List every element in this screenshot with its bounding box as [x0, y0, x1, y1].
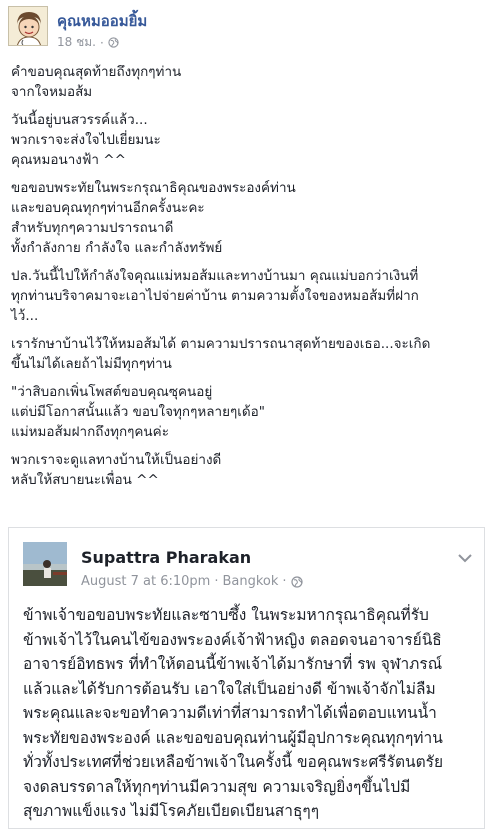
post-paragraph: เรารักษาบ้านไว้ให้หมอส้มได้ ตามความปรารถ… — [11, 334, 485, 374]
shared-author-avatar[interactable] — [23, 542, 67, 586]
post-line: พวกเราจะดูแลทางบ้านให้เป็นอย่างดี — [11, 452, 222, 468]
post-line: หลับให้สบายนะเพื่อน ^^ — [11, 472, 159, 488]
post-line: ขอขอบพระทัยในพระกรุณาธิคุณของพระองค์ท่าน — [11, 180, 296, 196]
post-line: พวกเราจะส่งใจไปเยี่ยมนะ — [11, 132, 161, 148]
post-line: คำขอบคุณสุดท้ายถึงทุกๆท่าน — [11, 64, 182, 80]
post-line: วันนี้อยู่บนสวรรค์แล้ว... — [11, 112, 148, 128]
post-line: ทุกท่านบริจาคมาจะเอาไปจ่ายค่าบ้าน ตามควา… — [11, 288, 419, 304]
post-paragraph: วันนี้อยู่บนสวรรค์แล้ว... พวกเราจะส่งใจไ… — [11, 110, 485, 170]
meta-separator: · — [99, 35, 104, 50]
post-line: ไว้... — [11, 308, 39, 324]
post-meta: 18 ชม. · — [57, 33, 119, 52]
shared-post-line: จงดลบรรดาลให้ทุกๆท่านมีความสุข ความเจริญ… — [23, 777, 411, 796]
shared-post-line: ข้าพเจ้าไว้ในคนไข้ของพระองค์เจ้าฟ้าหญิง … — [23, 630, 442, 649]
profile-photo-icon — [23, 542, 67, 586]
post-paragraph: พวกเราจะดูแลทางบ้านให้เป็นอย่างดี หลับให… — [11, 450, 485, 490]
post-line: เรารักษาบ้านไว้ให้หมอส้มได้ ตามความปรารถ… — [11, 336, 431, 352]
post-author-name[interactable]: คุณหมออมยิ้ม — [57, 9, 147, 33]
shared-post-line: แล้วและได้รับการต้อนรับ เอาใจใส่เป็นอย่า… — [23, 679, 436, 698]
post-line: คุณหมอนางฟ้า ^^ — [11, 152, 126, 168]
shared-author-name[interactable]: Supattra Pharakan — [81, 548, 251, 567]
shared-post-line: ทั่วทั้งประเทศที่ช่วยเหลือข้าพเจ้าในครั้… — [23, 753, 444, 771]
shared-post-line: อาจารย์อิทธพร ที่ทำให้ตอนนี้ข้าพเจ้าได้ม… — [23, 655, 443, 673]
post-paragraph: คำขอบคุณสุดท้ายถึงทุกๆท่าน จากใจหมอส้ม — [11, 62, 485, 102]
post-timestamp[interactable]: 18 ชม. — [57, 33, 96, 52]
post-line: "ว่าสิบอกเพิ่นโพสต์ขอบคุณซุคนอยู่ — [11, 384, 213, 400]
shared-post-date[interactable]: August 7 at 6:10pm — [81, 574, 210, 589]
globe-icon[interactable] — [108, 37, 119, 48]
shared-post-line: พระคุณและจะขอทำความดีเท่าที่สามารถทำได้เ… — [23, 704, 437, 722]
post-paragraph: ปล.วันนี้ไปให้กำลังใจคุณแม่หมอส้มและทางบ… — [11, 266, 485, 326]
post-line: แต่บ่มีโอกาสนั้นแล้ว ขอบใจทุกๆหลายๆเด้อ" — [11, 404, 265, 420]
post-line: สำหรับทุกๆความปรารถนาดี — [11, 220, 174, 236]
shared-post-line: ข้าพเจ้าขอขอบพระทัยและซาบซึ้ง ในพระมหากร… — [23, 606, 429, 624]
post-line: จากใจหมอส้ม — [11, 84, 93, 100]
post-line: ปล.วันนี้ไปให้กำลังใจคุณแม่หมอส้มและทางบ… — [11, 268, 419, 284]
shared-post-card[interactable]: Supattra Pharakan August 7 at 6:10pm · B… — [8, 527, 485, 829]
shared-post-meta: August 7 at 6:10pm · Bangkok · — [81, 574, 303, 589]
post-paragraph: ขอขอบพระทัยในพระกรุณาธิคุณของพระองค์ท่าน… — [11, 178, 485, 258]
chevron-down-icon[interactable] — [458, 554, 472, 563]
shared-post-line: สุขภาพแข็งแรง ไม่มีโรคภัยเบียดเบียนสาธุๆ… — [23, 802, 320, 820]
meta-separator: · — [282, 574, 287, 589]
post-line: แม่หมอส้มฝากถึงทุกๆคนค่ะ — [11, 424, 169, 440]
meta-separator: · — [214, 574, 219, 589]
author-avatar[interactable] — [8, 6, 48, 46]
post-line: และขอบคุณทุกๆท่านอีกครั้งนะคะ — [11, 200, 205, 216]
post-header: คุณหมออมยิ้ม 18 ชม. · — [0, 0, 493, 52]
globe-icon[interactable] — [290, 575, 303, 588]
post-line: ทั้งกำลังกาย กำลังใจ และกำลังทรัพย์ — [11, 240, 223, 256]
cartoon-doctor-icon — [9, 7, 47, 45]
post-line: ขึ้นไม่ได้เลยถ้าไม่มีทุกๆท่าน — [11, 356, 172, 372]
shared-post-location[interactable]: Bangkok — [222, 574, 278, 589]
shared-post-line: พระทัยของพระองค์ และขอขอบคุณท่านผู้มีอุป… — [23, 728, 443, 747]
post-paragraph: "ว่าสิบอกเพิ่นโพสต์ขอบคุณซุคนอยู่ แต่บ่ม… — [11, 382, 485, 442]
shared-post-body: ข้าพเจ้าขอขอบพระทัยและซาบซึ้ง ในพระมหากร… — [23, 603, 475, 824]
post-body: คำขอบคุณสุดท้ายถึงทุกๆท่าน จากใจหมอส้ม ว… — [11, 62, 485, 490]
